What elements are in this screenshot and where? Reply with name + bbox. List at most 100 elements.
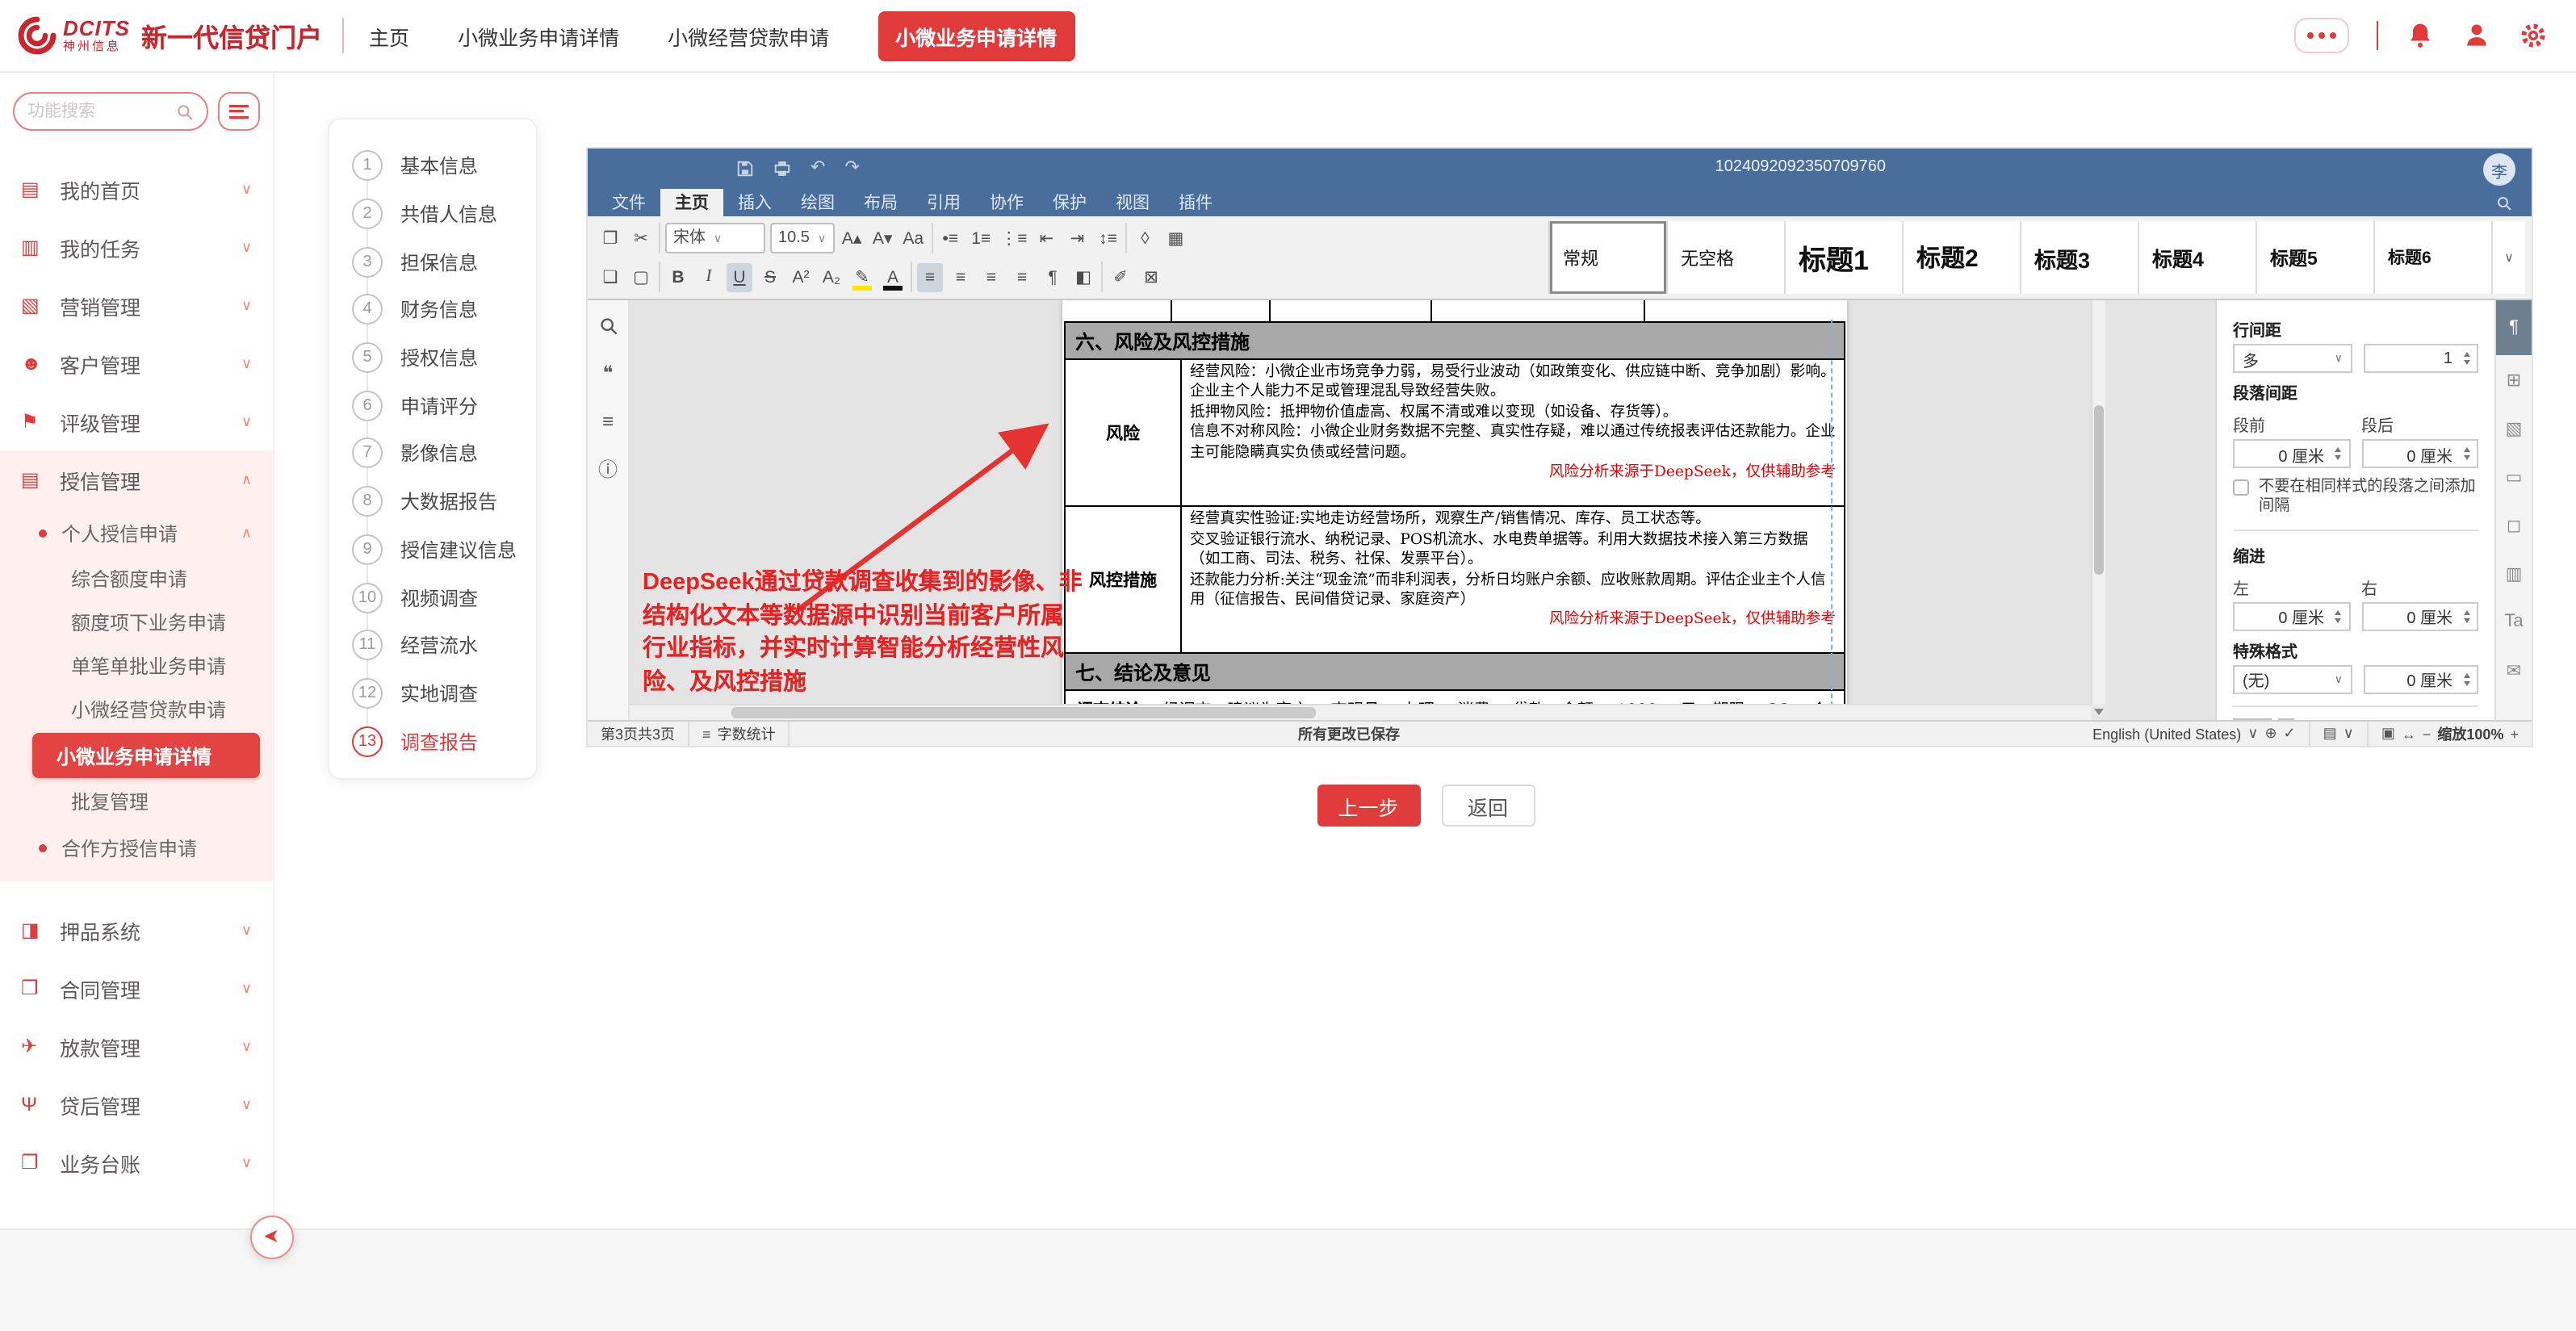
page-fill-icon[interactable]: ◧ [1070, 262, 1096, 291]
strikethrough-icon[interactable]: S [757, 262, 783, 291]
font-color-icon[interactable]: A [880, 262, 906, 291]
notifications-bell-icon[interactable] [2405, 21, 2434, 50]
style-item[interactable]: 标题6 [2375, 221, 2493, 294]
table-settings-icon[interactable]: ⊞ [2496, 355, 2532, 404]
sidebar-group-item[interactable]: ▤ 我的首页 ∨ [0, 160, 273, 218]
same-style-spacing-checkbox[interactable]: 不要在相同样式的段落之间添加间隔 [2233, 478, 2478, 518]
more-actions-icon[interactable] [2293, 18, 2348, 53]
sidebar-leaf-item[interactable]: 小微经营贷款申请 [0, 688, 273, 731]
step-item[interactable]: 11 经营流水 [352, 622, 536, 669]
sidebar-leaf-item[interactable]: 单笔单批业务申请 [0, 644, 273, 688]
editor-menu-tab[interactable]: 布局 [849, 189, 912, 216]
nav-tab[interactable]: 主页 [369, 20, 409, 51]
scroll-down-arrow[interactable] [2091, 704, 2105, 720]
paragraph-settings-icon[interactable]: ¶ [2496, 300, 2532, 355]
superscript-icon[interactable]: A² [788, 262, 814, 291]
increase-indent-icon[interactable]: ⇥ [1064, 224, 1090, 253]
sidebar-group-item[interactable]: ❐ 业务台账 ∨ [0, 1133, 273, 1191]
clear-format-icon[interactable]: ◊ [1132, 224, 1158, 253]
select-icon[interactable]: ▢ [628, 262, 654, 291]
separator[interactable] [931, 223, 932, 253]
back-button[interactable]: 返回 [1441, 785, 1535, 827]
font-family-select[interactable]: 宋体 [665, 223, 765, 253]
editor-menu-tab[interactable]: 文件 [597, 189, 660, 216]
page-indicator[interactable]: 第3页共3页 [588, 722, 689, 746]
italic-icon[interactable]: I [696, 262, 722, 291]
sidebar-leaf-item[interactable]: 小微业务申请详情 [32, 733, 260, 778]
editor-menu-tab[interactable]: 协作 [975, 189, 1038, 216]
sidebar-group-item[interactable]: ☻ 客户管理 ∨ [0, 334, 273, 392]
editor-menu-tab[interactable]: 插件 [1164, 189, 1227, 216]
format-painter-icon[interactable]: ✐ [1108, 262, 1133, 291]
user-profile-icon[interactable] [2461, 21, 2490, 50]
style-item[interactable]: 标题1 [1786, 221, 1904, 294]
special-format-select[interactable]: (无)∨ [2233, 665, 2352, 694]
language-select[interactable]: English (United States) ∨ ⊕ ✓ [2080, 722, 2310, 746]
style-item[interactable]: 无空格 [1668, 221, 1786, 294]
line-spacing-select[interactable]: 多∨ [2233, 344, 2352, 373]
sidebar-item-partner-credit-apply[interactable]: 合作方授信申请 [0, 823, 273, 872]
paragraph-marks-icon[interactable]: ¶ [1040, 262, 1066, 291]
highlight-color-icon[interactable]: ✎ [849, 262, 875, 291]
review-mode-button[interactable]: ▤ ∨ [2310, 722, 2369, 746]
previous-step-button[interactable]: 上一步 [1317, 785, 1420, 827]
grow-font-icon[interactable]: A▴ [839, 224, 865, 253]
sidebar-group-item[interactable]: ❒ 合同管理 ∨ [0, 959, 273, 1017]
style-item[interactable]: 标题4 [2139, 221, 2257, 294]
sidebar-leaf-item[interactable]: 综合额度申请 [0, 557, 273, 601]
step-item[interactable]: 6 申请评分 [352, 382, 536, 429]
step-item[interactable]: 1 基本信息 [352, 142, 536, 190]
float-send-button[interactable]: ➤ [250, 1215, 294, 1258]
editor-menu-tab[interactable]: 主页 [660, 189, 723, 216]
sidebar-item-credit-management[interactable]: ▤ 授信管理 ∧ [0, 450, 273, 509]
undo-icon[interactable]: ↶ [810, 160, 825, 178]
info-icon[interactable]: ⓘ [597, 458, 619, 481]
underline-icon[interactable]: U [727, 262, 752, 291]
nav-tab[interactable]: 小微业务申请详情 [458, 20, 619, 51]
redo-icon[interactable]: ↷ [844, 160, 859, 178]
spacing-after-spinner[interactable]: 0 厘米 [2361, 439, 2478, 468]
styles-more-button[interactable]: ∨ [2493, 221, 2525, 294]
comments-icon[interactable]: ❝ [597, 362, 619, 384]
mail-merge-icon[interactable]: ✉ [2496, 646, 2532, 694]
headings-outline-icon[interactable]: ≡ [597, 410, 619, 433]
editor-search-icon[interactable] [2496, 195, 2512, 211]
image-settings-icon[interactable]: ▧ [2496, 404, 2532, 452]
bold-icon[interactable]: B [665, 262, 691, 291]
separator[interactable] [1125, 223, 1127, 253]
vertical-scrollbar[interactable] [2091, 300, 2105, 704]
print-icon[interactable] [773, 160, 791, 178]
sidebar-group-item[interactable]: Ψ 贷后管理 ∨ [0, 1075, 273, 1133]
step-item[interactable]: 7 影像信息 [352, 429, 536, 477]
fit-page-icon[interactable]: ▣ [2381, 725, 2395, 743]
step-item[interactable]: 13 调查报告 [352, 718, 536, 765]
style-item[interactable]: 标题5 [2257, 221, 2375, 294]
editor-menu-tab[interactable]: 引用 [912, 189, 975, 216]
save-icon[interactable] [736, 160, 754, 178]
sidebar-item-personal-credit-apply[interactable]: 个人授信申请 ∧ [0, 509, 273, 557]
spellcheck-icon[interactable]: ✓ [2284, 725, 2296, 743]
zoom-in-button[interactable]: + [2510, 726, 2519, 742]
shrink-font-icon[interactable]: A▾ [869, 224, 895, 253]
special-format-spinner[interactable]: 0 厘米 [2364, 665, 2478, 694]
step-item[interactable]: 2 共借人信息 [352, 190, 536, 237]
editor-menu-tab[interactable]: 保护 [1038, 189, 1101, 216]
paste-icon[interactable]: ❏ [597, 262, 623, 291]
editor-menu-tab[interactable]: 视图 [1101, 189, 1164, 216]
multilevel-list-icon[interactable]: ⋮≡ [999, 224, 1028, 253]
indent-right-spinner[interactable]: 0 厘米 [2361, 602, 2478, 631]
step-item[interactable]: 9 授信建议信息 [352, 525, 536, 573]
editor-menu-tab[interactable]: 插入 [723, 189, 786, 216]
copy-icon[interactable]: ❐ [597, 224, 623, 253]
sidebar-group-item[interactable]: ▥ 我的任务 ∨ [0, 218, 273, 276]
spacing-before-spinner[interactable]: 0 厘米 [2233, 439, 2350, 468]
step-item[interactable]: 12 实地调查 [352, 669, 536, 717]
sidebar-search-input[interactable] [27, 102, 140, 121]
numbered-list-icon[interactable]: 1≡ [968, 224, 994, 253]
editor-menu-tab[interactable]: 绘图 [786, 189, 849, 216]
line-spacing-icon[interactable]: ↕≡ [1095, 224, 1120, 253]
page-border-icon[interactable]: ⊠ [1138, 262, 1164, 291]
align-left-icon[interactable]: ≡ [917, 262, 943, 291]
sidebar-group-item[interactable]: ◨ 押品系统 ∨ [0, 901, 273, 959]
align-center-icon[interactable]: ≡ [948, 262, 974, 291]
